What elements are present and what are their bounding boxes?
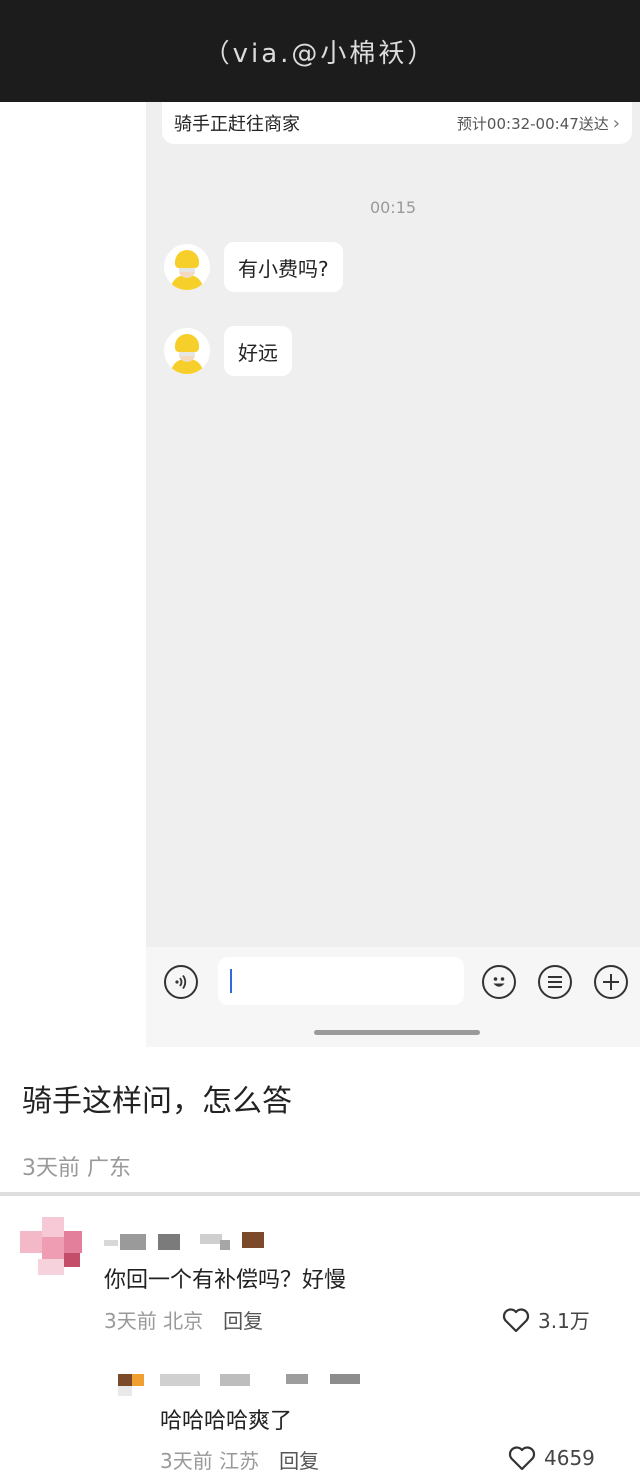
like-count: 4659 [544,1446,595,1470]
post-title: 骑手这样问，怎么答 [22,1084,292,1119]
emoji-icon[interactable] [482,965,516,999]
comment-text: 你回一个有补偿吗？好慢 [104,1268,347,1293]
commenter-avatar[interactable] [20,1217,84,1277]
reply-text: 哈哈哈哈爽了 [160,1409,293,1434]
reply-meta: 3天前 江苏 回复 [160,1445,319,1474]
watermark-banner: （via.@小棉袄） [0,0,640,102]
chat-input-bar [146,947,640,1017]
chat-area: 骑手正赶往商家 预计00:32-00:47送达 › 00:15 有小费吗? 好远 [146,102,640,947]
heart-icon [508,1446,536,1471]
plus-icon[interactable] [594,965,628,999]
comment-meta: 3天前 北京 回复 [104,1305,263,1334]
delivery-status-text: 骑手正赶往商家 [174,114,300,135]
chat-message: 有小费吗? [164,242,343,292]
text-caret [230,969,232,993]
delivery-eta: 预计00:32-00:47送达 › [457,113,620,134]
chat-timestamp: 00:15 [369,198,417,217]
message-bubble[interactable]: 好远 [224,326,292,376]
eta-text: 预计00:32-00:47送达 [456,114,609,133]
message-bubble[interactable]: 有小费吗? [224,242,343,292]
section-divider [0,1192,640,1196]
chevron-right-icon: › [612,112,620,134]
home-indicator[interactable] [314,1030,480,1035]
watermark-text: （via.@小棉袄） [203,38,437,69]
replier-name[interactable] [160,1374,370,1388]
post-time: 3天前 [22,1156,80,1181]
rider-avatar[interactable] [164,328,210,374]
reply-button[interactable]: 回复 [223,1305,263,1334]
commenter-name[interactable] [104,1232,264,1252]
delivery-status-card[interactable]: 骑手正赶往商家 预计00:32-00:47送达 › [162,102,632,144]
voice-icon[interactable] [164,965,198,999]
like-button[interactable]: 3.1万 [502,1305,590,1334]
chat-message: 好远 [164,326,292,376]
post-meta: 3天前 广东 [22,1150,131,1182]
reply-time-location: 3天前 江苏 [160,1449,260,1473]
left-margin [0,102,146,1047]
home-indicator-bar [146,1017,640,1047]
like-count: 3.1万 [538,1309,590,1333]
comment-time-location: 3天前 北京 [104,1309,204,1333]
reply-button[interactable]: 回复 [279,1445,319,1474]
like-button[interactable]: 4659 [508,1445,595,1471]
rider-avatar[interactable] [164,244,210,290]
message-input[interactable] [218,957,464,1005]
menu-icon[interactable] [538,965,572,999]
heart-icon [502,1307,530,1332]
post-location: 广东 [87,1156,132,1181]
replier-avatar[interactable] [118,1374,146,1398]
